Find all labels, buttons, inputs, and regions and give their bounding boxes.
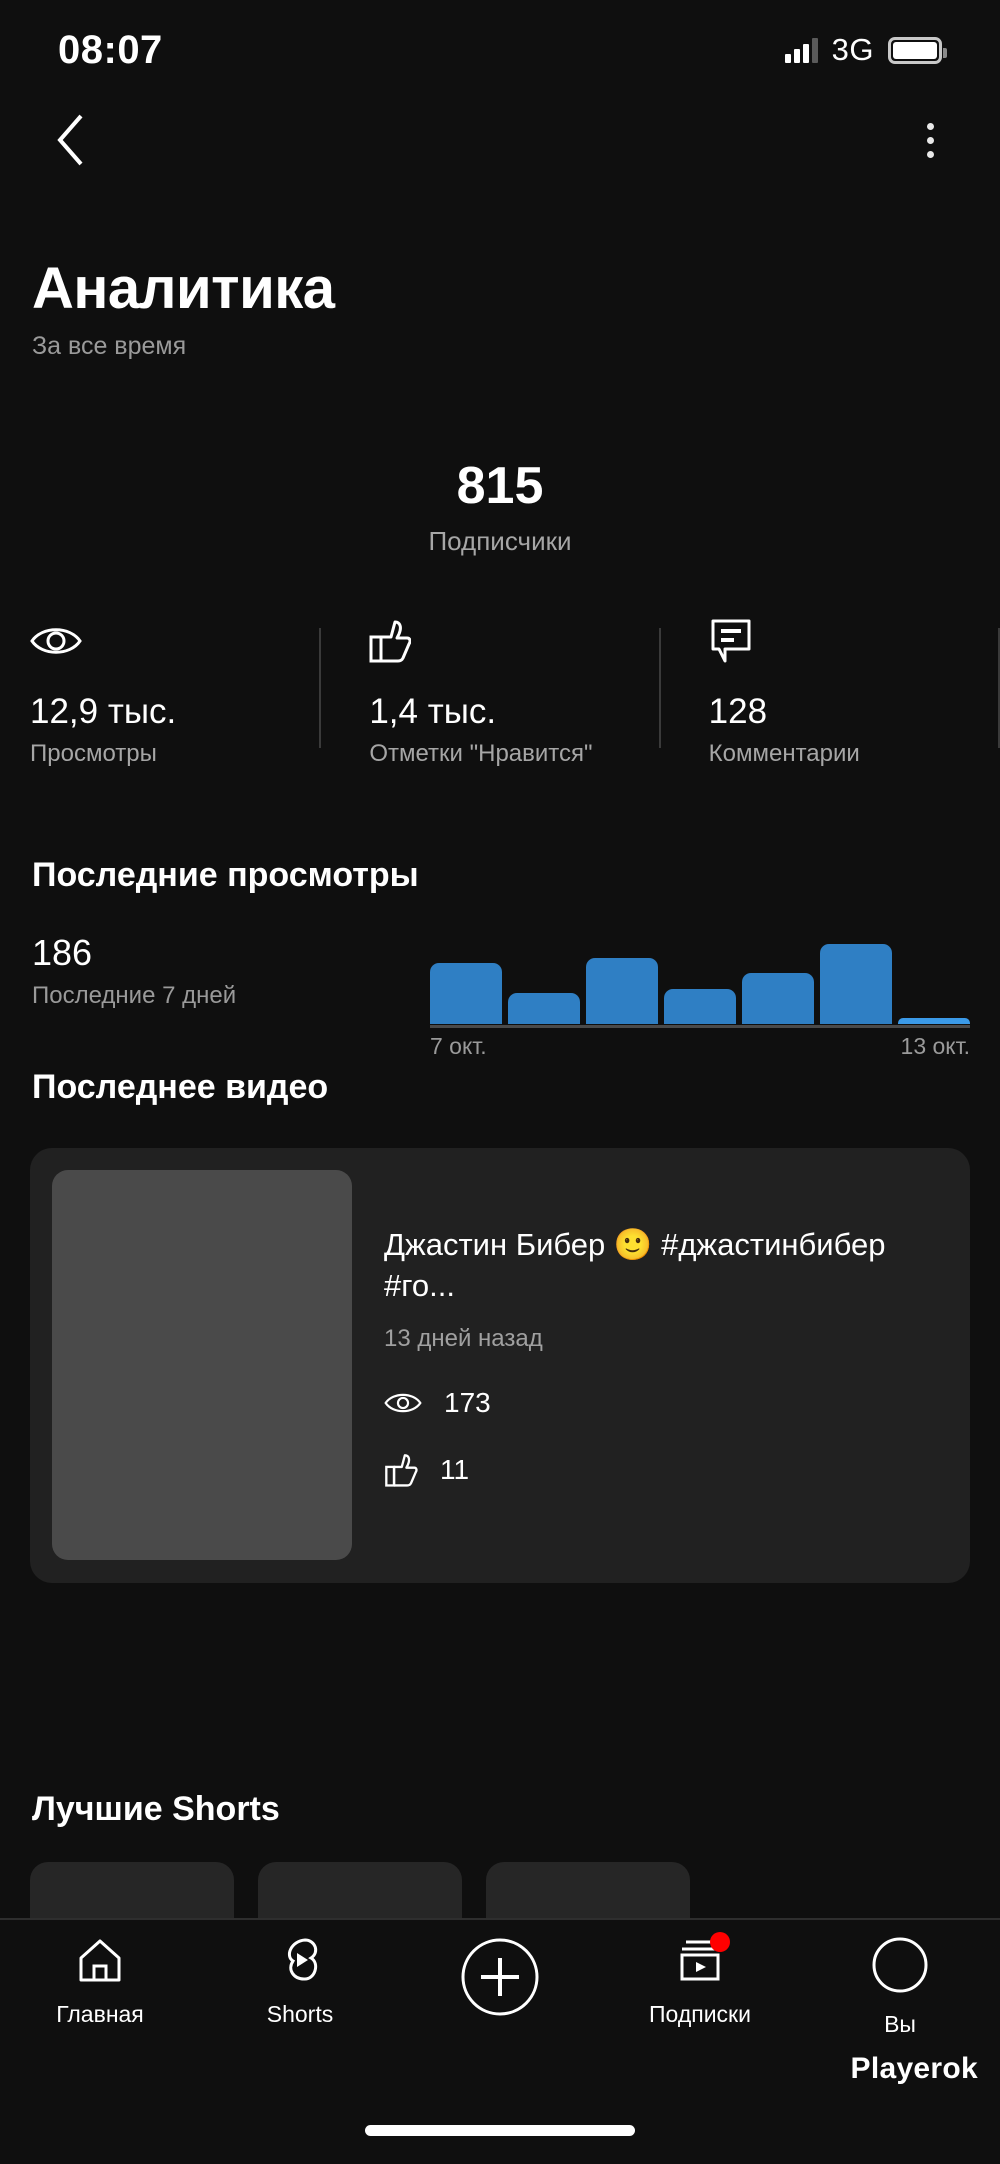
metric-label: Просмотры	[30, 740, 157, 767]
video-likes-count: 11	[440, 1453, 470, 1485]
page-title: Аналитика	[32, 256, 335, 321]
section-title-top-shorts: Лучшие Shorts	[32, 1790, 280, 1828]
metric-value: 128	[708, 692, 768, 731]
chart-bar	[820, 944, 892, 1024]
shorts-icon	[277, 1936, 323, 1989]
nav-items: Главная Shorts Подписки Вы	[0, 1920, 1000, 2070]
metric-value: 1,4 тыс.	[369, 692, 497, 731]
status-bar: 08:07 3G	[0, 0, 1000, 100]
metric-views[interactable]: 12,9 тыс. Просмотры	[0, 618, 322, 767]
nav-label: Shorts	[266, 2001, 334, 2027]
status-indicators: 3G	[784, 32, 947, 68]
metric-label: Комментарии	[708, 740, 860, 767]
chart-bar	[508, 993, 580, 1024]
metric-value: 12,9 тыс.	[30, 692, 177, 731]
metric-comments[interactable]: 128 Комментарии	[661, 618, 1000, 767]
subscribers-label: Подписчики	[428, 526, 572, 556]
page-subtitle: За все время	[32, 332, 187, 360]
subscribers-value: 815	[456, 457, 544, 515]
nav-item-subscriptions[interactable]: Подписки	[600, 1932, 800, 2070]
eye-icon	[30, 618, 321, 664]
thumbs-up-icon	[369, 618, 660, 664]
recent-views-label: Последние 7 дней	[32, 982, 237, 1009]
kebab-dot	[926, 122, 934, 130]
metrics-row: 12,9 тыс. Просмотры 1,4 тыс. Отметки "Нр…	[0, 618, 1000, 767]
signal-bars-icon	[784, 37, 818, 63]
back-chevron-icon	[57, 114, 83, 166]
network-type-label: 3G	[831, 32, 874, 67]
video-title: Джастин Бибер 🙂 #джастинбибер #го...	[384, 1227, 886, 1303]
video-thumbnail[interactable]	[52, 1170, 352, 1560]
video-meta: Джастин Бибер 🙂 #джастинбибер #го... 13 …	[352, 1170, 948, 1561]
chart-tick-last: 13 окт.	[900, 1033, 970, 1059]
section-title-recent-views: Последние просмотры	[32, 856, 419, 894]
recent-views-value: 186	[32, 932, 93, 973]
account-circle-icon	[871, 1936, 929, 1999]
chart-bars	[430, 938, 970, 1024]
app-bar	[0, 100, 1000, 180]
chart-axis-line	[430, 1025, 970, 1028]
nav-item-create[interactable]	[400, 1936, 600, 2070]
kebab-dot	[926, 136, 934, 144]
nav-item-shorts[interactable]: Shorts	[200, 1936, 400, 2070]
section-title-latest-video: Последнее видео	[32, 1068, 329, 1106]
home-icon	[77, 1936, 123, 1989]
chart-axis-labels: 7 окт. 13 окт.	[430, 1033, 970, 1060]
home-indicator[interactable]	[365, 2125, 635, 2136]
back-button[interactable]	[42, 112, 98, 168]
notification-badge	[710, 1932, 730, 1952]
chart-bar	[898, 1017, 970, 1024]
chart-bar	[664, 988, 736, 1024]
eye-icon	[384, 1393, 422, 1413]
metric-label: Отметки "Нравится"	[369, 740, 593, 767]
battery-icon	[888, 36, 947, 64]
kebab-dot	[926, 150, 934, 158]
nav-label: Вы	[884, 2011, 916, 2037]
nav-label: Главная	[56, 2001, 144, 2027]
overflow-menu-button[interactable]	[902, 112, 958, 168]
chart-tick-first: 7 окт.	[430, 1033, 487, 1059]
metric-likes[interactable]: 1,4 тыс. Отметки "Нравится"	[321, 618, 661, 767]
phone-screen: 08:07 3G Аналитика За все время 815 Подп…	[0, 0, 1000, 2164]
plus-circle-icon	[459, 1936, 541, 2023]
chart-bar	[742, 973, 814, 1024]
nav-label: Подписки	[649, 2001, 751, 2027]
thumbs-up-icon	[385, 1453, 418, 1487]
video-likes-row: 11	[384, 1453, 948, 1487]
bottom-navigation-bar: Главная Shorts Подписки Вы Playerok	[0, 1918, 1000, 2164]
watermark-label: Playerok	[850, 2052, 978, 2085]
chart-bar	[430, 962, 502, 1024]
nav-item-you[interactable]: Вы	[800, 1936, 1000, 2070]
page-heading: Аналитика За все время	[32, 255, 335, 361]
video-views-row: 173	[384, 1387, 948, 1419]
video-views-count: 173	[444, 1386, 491, 1418]
nav-item-home[interactable]: Главная	[0, 1936, 200, 2070]
chart-bar	[586, 957, 658, 1024]
comment-icon	[709, 618, 1000, 664]
subscriptions-icon	[676, 1932, 730, 1989]
status-time: 08:07	[58, 27, 163, 72]
subscribers-summary: 815 Подписчики	[0, 460, 1000, 557]
recent-views-chart[interactable]: 7 окт. 13 окт.	[430, 930, 970, 1060]
latest-video-card[interactable]: Джастин Бибер 🙂 #джастинбибер #го... 13 …	[30, 1148, 970, 1583]
video-age: 13 дней назад	[384, 1324, 543, 1352]
